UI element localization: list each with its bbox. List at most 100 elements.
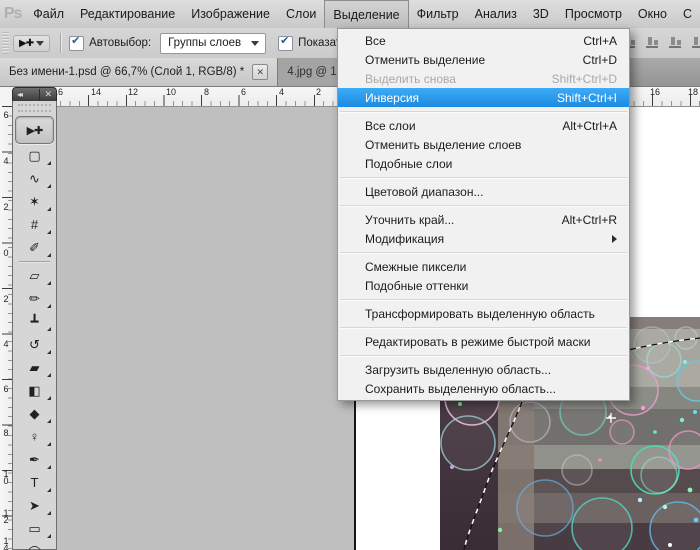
flyout-corner-icon — [47, 207, 51, 211]
menu-item[interactable]: Подобные оттенки — [338, 276, 629, 295]
menubar-item[interactable]: 3D — [525, 0, 557, 28]
menu-item[interactable]: Выделить снова Shift+Ctrl+D — [338, 69, 629, 88]
flyout-corner-icon — [47, 281, 51, 285]
collapse-panel-icon[interactable]: ◂◂ — [17, 90, 23, 99]
tools-panel-header: ◂◂ ✕ — [12, 87, 57, 102]
menu-item[interactable]: Трансформировать выделенную область — [338, 304, 629, 323]
menu-item-label: Модификация — [365, 231, 445, 246]
flyout-corner-icon — [47, 442, 51, 446]
ruler-label: 6 — [241, 87, 247, 97]
clone-stamp-tool[interactable]: ┻ — [15, 310, 54, 333]
history-brush-tool[interactable]: ↺ — [15, 333, 54, 356]
flyout-corner-icon — [47, 511, 51, 515]
menu-item-label: Подобные оттенки — [365, 278, 469, 293]
menu-item-shortcut: Alt+Ctrl+A — [562, 118, 617, 133]
menu-item[interactable]: Подобные слои — [338, 154, 629, 173]
ruler-label: 14 — [91, 87, 102, 97]
flyout-corner-icon — [47, 161, 51, 165]
distribute-horizontal-centers-icon[interactable] — [691, 35, 700, 49]
photoshop-logo: Ps — [3, 5, 23, 22]
rectangular-marquee-tool[interactable]: ▢ — [15, 144, 54, 167]
move-tool-icon: ▶✚ — [19, 37, 34, 49]
lasso-tool[interactable]: ∿ — [15, 167, 54, 190]
document-tab[interactable]: Без имени-1.psd @ 66,7% (Слой 1, RGB/8) … — [0, 58, 279, 86]
tab-label: Без имени-1.psd @ 66,7% (Слой 1, RGB/8) … — [9, 66, 245, 78]
healing-brush-tool[interactable]: ▱ — [15, 264, 54, 287]
menubar-item[interactable]: Окно — [630, 0, 675, 28]
current-tool-dropdown[interactable]: ▶✚ — [13, 34, 51, 52]
menu-item-label: Все — [365, 33, 386, 48]
menu-item-label: Все слои — [365, 118, 416, 133]
menu-item[interactable]: Модификация — [338, 229, 629, 248]
type-tool[interactable]: T — [15, 471, 54, 494]
menu-item[interactable]: Загрузить выделенную область... — [338, 360, 629, 379]
menubar-item[interactable]: Изображение — [183, 0, 278, 28]
menubar-item[interactable]: Выделение — [324, 0, 409, 28]
toolbar-separator — [19, 261, 50, 262]
menu-item[interactable]: Все слои Alt+Ctrl+A — [338, 116, 629, 135]
eraser-tool[interactable]: ▰ — [15, 356, 54, 379]
dodge-tool[interactable]: ♀ — [15, 425, 54, 448]
move-tool[interactable]: ▶✚ — [15, 116, 54, 144]
menubar: Ps Файл Редактирование Изображение Слои Выде… — [0, 0, 700, 29]
flyout-corner-icon — [47, 465, 51, 469]
layer-target-select[interactable]: Группы слоев — [160, 32, 267, 54]
menubar-item[interactable]: Редактирование — [72, 0, 183, 28]
ruler-label: 2 — [3, 294, 9, 304]
menu-item[interactable]: Уточнить край... Alt+Ctrl+R — [338, 210, 629, 229]
hand-tool[interactable]: ◯ — [15, 540, 54, 550]
menubar-item[interactable]: Фильтр — [409, 0, 467, 28]
tab-close-icon[interactable]: ✕ — [252, 64, 269, 80]
crop-tool[interactable]: # — [15, 213, 54, 236]
menu-item[interactable]: Смежные пиксели — [338, 257, 629, 276]
menu-separator — [340, 177, 627, 178]
eyedropper-tool[interactable]: ✐ — [15, 236, 54, 259]
checkbox-checked-icon[interactable] — [69, 34, 85, 51]
ruler-label: 8 — [3, 428, 9, 438]
ruler-label: 2 — [3, 202, 9, 212]
ruler-label: 18 — [688, 87, 699, 97]
menu-item[interactable]: Отменить выделение слоев — [338, 135, 629, 154]
brush-tool[interactable]: ✏ — [15, 287, 54, 310]
quick-selection-tool[interactable]: ✶ — [15, 190, 54, 213]
menu-item[interactable]: Сохранить выделенную область... — [338, 379, 629, 398]
menu-item-label: Отменить выделение слоев — [365, 137, 522, 152]
panel-grip[interactable] — [18, 104, 51, 112]
autoselect-label: Автовыбор: — [89, 37, 152, 49]
menu-item-shortcut: Shift+Ctrl+D — [551, 71, 617, 86]
pen-tool[interactable]: ✒ — [15, 448, 54, 471]
menubar-item[interactable]: Просмотр — [557, 0, 630, 28]
menubar-item[interactable]: Слои — [278, 0, 324, 28]
autoselect-checkbox[interactable]: Автовыбор: — [69, 34, 152, 51]
align-vertical-centers-icon[interactable] — [645, 35, 659, 49]
ruler-label: 2 — [316, 87, 322, 97]
flyout-corner-icon — [47, 304, 51, 308]
menu-item-label: Инверсия — [365, 90, 420, 105]
shape-tool[interactable]: ▭ — [15, 517, 54, 540]
menu-item[interactable]: Редактировать в режиме быстрой маски — [338, 332, 629, 351]
menu-item[interactable]: Цветовой диапазон... — [338, 182, 629, 201]
checkbox-checked-icon[interactable] — [278, 34, 294, 51]
ruler-label: 1 4 — [3, 536, 9, 550]
gradient-tool[interactable]: ◧ — [15, 379, 54, 402]
menu-item-shortcut: Ctrl+D — [582, 52, 617, 67]
flyout-corner-icon — [47, 350, 51, 354]
menubar-item[interactable]: С — [675, 0, 700, 28]
align-icons — [622, 35, 700, 49]
close-panel-icon[interactable]: ✕ — [39, 89, 52, 100]
menubar-item[interactable]: Анализ — [467, 0, 525, 28]
ruler-label: 4 — [3, 156, 9, 166]
blur-tool[interactable]: ◆ — [15, 402, 54, 425]
menu-item[interactable]: Отменить выделение Ctrl+D — [338, 50, 629, 69]
menubar-item[interactable]: Файл — [25, 0, 72, 28]
ruler-label: 6 — [3, 110, 9, 120]
path-selection-tool[interactable]: ➤ — [15, 494, 54, 517]
ruler-label: 8 — [204, 87, 210, 97]
menu-item-label: Уточнить край... — [365, 212, 455, 227]
menu-item[interactable]: Инверсия Shift+Ctrl+I — [338, 88, 629, 107]
distribute-left-edges-icon[interactable] — [668, 35, 682, 49]
photoshop-window: Ps Файл Редактирование Изображение Слои Выде… — [0, 0, 700, 550]
menu-item[interactable]: Все Ctrl+A — [338, 31, 629, 50]
select-menu-dropdown: Все Ctrl+A Отменить выделение Ctrl+D Выделит… — [337, 28, 630, 401]
flyout-corner-icon — [47, 253, 51, 257]
